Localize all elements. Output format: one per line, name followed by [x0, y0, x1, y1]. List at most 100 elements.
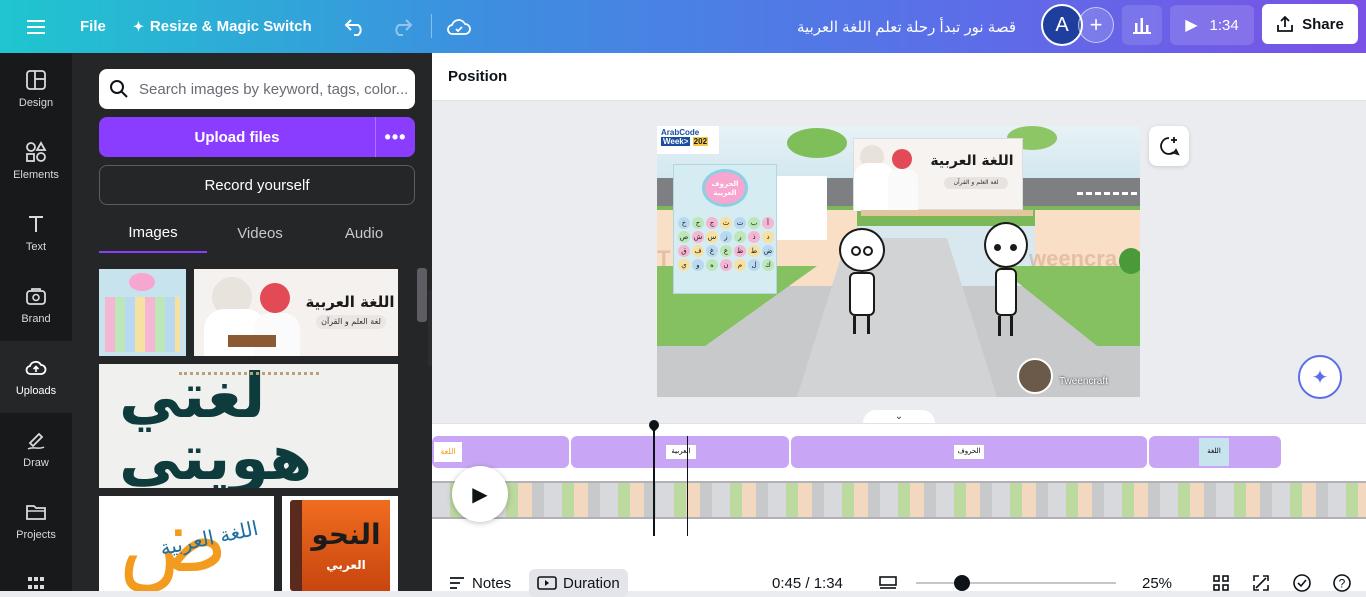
- page-clip-3[interactable]: الحروف: [791, 436, 1147, 468]
- letter-tile: ذ: [748, 231, 760, 243]
- page-clip-2[interactable]: العربية: [571, 436, 789, 468]
- clip-thumb: اللغة: [434, 442, 462, 462]
- image-thumb-dad-logo[interactable]: ض اللغة العربية: [99, 496, 274, 591]
- menu-icon[interactable]: [24, 0, 48, 53]
- search-input[interactable]: Search images by keyword, tags, color...: [99, 69, 415, 109]
- billboard: اللغة العربية لغة العلم و القرآن: [853, 138, 1023, 211]
- sidebar-item-label: Uploads: [15, 385, 57, 397]
- upload-files-button[interactable]: Upload files: [99, 117, 375, 157]
- insights-button[interactable]: [1122, 5, 1162, 45]
- svg-text:?: ?: [1339, 577, 1346, 591]
- add-collaborator-button[interactable]: +: [1078, 7, 1114, 43]
- arabcode-badge: ArabCode Week> 202: [657, 126, 719, 154]
- present-play-button[interactable]: ▶ 1:34: [1170, 5, 1254, 45]
- tab-images[interactable]: Images: [99, 213, 207, 253]
- document-title[interactable]: قصة نور تبدأ رحلة تعلم اللغة العربية: [780, 0, 1016, 53]
- resize-button[interactable]: ✦ Resize & Magic Switch: [133, 0, 312, 53]
- badge-line2: Week>: [661, 137, 691, 146]
- share-button[interactable]: Share: [1262, 4, 1358, 44]
- upload-more-button[interactable]: •••: [375, 117, 415, 157]
- play-icon: ▶: [472, 483, 488, 506]
- playhead[interactable]: [653, 424, 655, 536]
- image-thumb-letters[interactable]: [99, 269, 186, 356]
- bar-chart-icon: [1133, 18, 1151, 34]
- letter-tile: ه: [706, 259, 718, 271]
- letter-tile: ت: [734, 217, 746, 229]
- boy-character: [982, 218, 1032, 338]
- sidebar-item-brand[interactable]: Brand: [0, 269, 72, 341]
- projects-icon: [26, 505, 46, 520]
- context-toolbar: Position: [432, 53, 1366, 101]
- road-marking: [1077, 192, 1137, 195]
- letter-tile: ز: [720, 231, 732, 243]
- record-yourself-button[interactable]: Record yourself: [99, 165, 415, 205]
- position-button[interactable]: Position: [448, 68, 507, 85]
- timeline-play-button[interactable]: ▶: [452, 466, 508, 522]
- zoom-slider-thumb[interactable]: [954, 575, 970, 591]
- girl-character: [835, 224, 889, 338]
- letters-poster: الحروف العربية أبتثجحخدذرزسشصضطظعغفقكلمن…: [673, 164, 777, 294]
- redo-icon[interactable]: [391, 0, 413, 53]
- draw-icon: [27, 432, 45, 450]
- uploads-panel: Search images by keyword, tags, color...…: [72, 53, 432, 591]
- image-thumb-calligraphy[interactable]: لغتي هويتي: [99, 364, 398, 488]
- letter-tile: ع: [720, 245, 732, 257]
- sidebar-item-elements[interactable]: Elements: [0, 125, 72, 197]
- letter-tile: ل: [748, 259, 760, 271]
- letter-tile: س: [706, 231, 718, 243]
- panel-scrollbar[interactable]: [417, 268, 427, 322]
- duration-label: Duration: [563, 574, 620, 592]
- share-label: Share: [1302, 15, 1344, 33]
- search-placeholder: Search images by keyword, tags, color...: [139, 80, 407, 98]
- sidebar-item-label: Projects: [16, 529, 56, 541]
- letter-tile: ب: [748, 217, 760, 229]
- cloud-saved-icon[interactable]: [447, 0, 471, 53]
- apps-grid-icon[interactable]: [28, 577, 44, 591]
- letter-tile: ص: [678, 231, 690, 243]
- letter-tile: ض: [762, 245, 774, 257]
- sidebar-item-projects[interactable]: Projects: [0, 485, 72, 557]
- video-track[interactable]: [432, 481, 1366, 519]
- thumb-title: اللغة العربية: [305, 293, 395, 311]
- share-upload-icon: [1277, 15, 1294, 32]
- slide-canvas[interactable]: ArabCode Week> 202 الحروف العربية أبتثجح…: [657, 126, 1140, 397]
- avatar[interactable]: A: [1041, 4, 1083, 46]
- letter-tile: ث: [720, 217, 732, 229]
- clip-thumb: الحروف: [954, 445, 984, 459]
- nahw-title: النحو: [311, 518, 381, 551]
- toolbar-divider: [431, 14, 432, 38]
- thumb-subtitle: لغة العلم و القرآن: [316, 315, 386, 329]
- white-board: [777, 176, 827, 240]
- letter-tile: غ: [706, 245, 718, 257]
- sidebar-item-label: Text: [25, 241, 47, 253]
- add-comment-button[interactable]: [1149, 126, 1189, 166]
- file-menu[interactable]: File: [80, 0, 106, 53]
- image-thumb-father-child[interactable]: اللغة العربية لغة العلم و القرآن: [194, 269, 398, 356]
- sidebar-item-draw[interactable]: Draw: [0, 413, 72, 485]
- resize-label: Resize & Magic Switch: [149, 18, 312, 35]
- duration-button[interactable]: Duration: [529, 569, 628, 597]
- sidebar-item-label: Elements: [13, 169, 59, 181]
- brand-icon: [26, 288, 46, 305]
- image-thumb-nahw-book[interactable]: النحو العربي: [282, 496, 398, 591]
- play-icon: ▶: [1185, 17, 1198, 34]
- page-clip-4[interactable]: اللغة: [1149, 436, 1281, 468]
- magic-sparkle-icon: ✦: [133, 18, 144, 34]
- chevron-down-icon: ⌄: [894, 411, 904, 422]
- search-icon: [110, 80, 128, 98]
- tab-videos[interactable]: Videos: [207, 213, 313, 253]
- page-clip-1[interactable]: اللغة: [432, 436, 569, 468]
- sidebar-item-uploads[interactable]: Uploads: [0, 341, 72, 413]
- sidebar-item-design[interactable]: Design: [0, 53, 72, 125]
- duration-icon: [537, 576, 557, 590]
- nahw-subtitle: العربي: [326, 558, 366, 572]
- tab-audio[interactable]: Audio: [313, 213, 415, 253]
- sidebar-item-label: Design: [18, 97, 54, 109]
- zoom-slider-track[interactable]: [916, 582, 1116, 584]
- undo-icon[interactable]: [344, 0, 366, 53]
- magic-assistant-button[interactable]: ✦: [1298, 355, 1342, 399]
- collapse-timeline-button[interactable]: ⌄: [863, 410, 935, 423]
- sidebar-item-text[interactable]: Text: [0, 197, 72, 269]
- badge-line3: 202: [692, 137, 709, 146]
- letter-tile: ن: [720, 259, 732, 271]
